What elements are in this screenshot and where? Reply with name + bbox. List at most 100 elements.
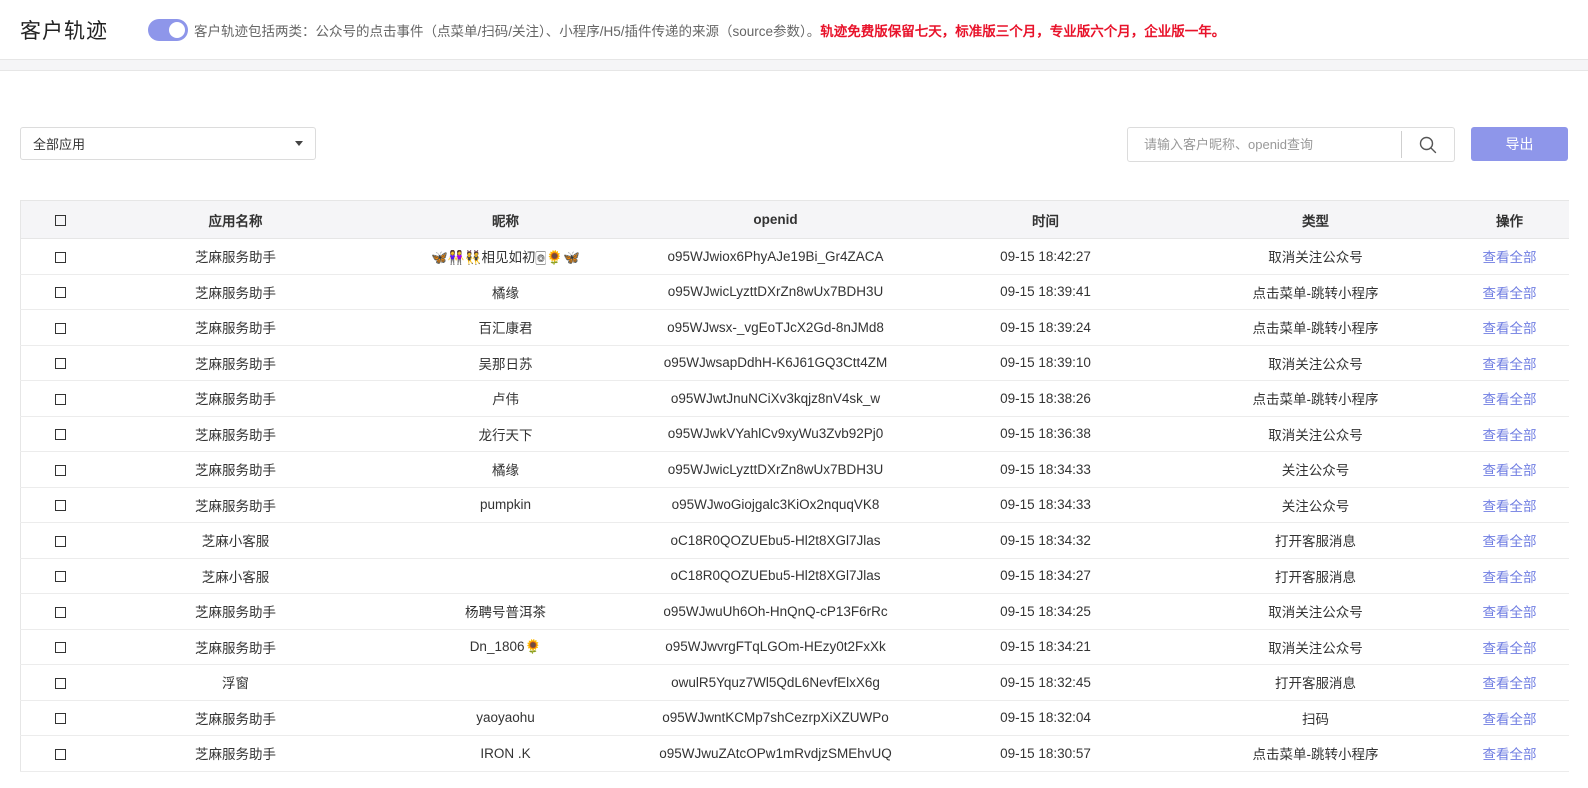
row-checkbox[interactable] (55, 251, 67, 263)
cell-openid: o95WJwkVYahlCv9xyWu3Zvb92Pj0 (640, 416, 911, 452)
view-all-link[interactable]: 查看全部 (1483, 534, 1537, 549)
cell-action: 查看全部 (1450, 700, 1569, 736)
cell-app: 芝麻服务助手 (100, 629, 371, 665)
cell-nickname (370, 664, 641, 701)
column-header: 应用名称 (100, 200, 371, 239)
row-checkbox[interactable] (55, 571, 67, 583)
row-checkbox-cell (20, 629, 101, 665)
row-checkbox[interactable] (55, 748, 67, 760)
cell-openid: o95WJwtJnuNCiXv3kqjz8nV4sk_w (640, 380, 911, 417)
row-checkbox[interactable] (55, 429, 67, 441)
column-header: 昵称 (370, 200, 641, 239)
cell-time: 09-15 18:34:32 (910, 522, 1181, 559)
cell-type: 打开客服消息 (1180, 522, 1451, 559)
table-row: 芝麻服务助手 杨聘号普洱茶 o95WJwuUh6Oh-HnQnQ-cP13F6rRc… (20, 593, 1569, 630)
cell-nickname: IRON .K (370, 735, 641, 772)
view-all-link[interactable]: 查看全部 (1483, 499, 1537, 514)
toggle-knob (169, 21, 185, 38)
export-button[interactable]: 导出 (1471, 127, 1568, 161)
row-checkbox-cell (20, 238, 101, 275)
cell-type: 取消关注公众号 (1180, 416, 1451, 452)
cell-nickname: 百汇康君 (370, 309, 641, 346)
app-select[interactable]: 全部应用 (20, 127, 316, 160)
view-all-link[interactable]: 查看全部 (1483, 570, 1537, 585)
search-button[interactable] (1402, 128, 1454, 161)
table-row: 芝麻服务助手 龙行天下 o95WJwkVYahlCv9xyWu3Zvb92Pj0 09… (20, 416, 1569, 452)
cell-action: 查看全部 (1450, 345, 1569, 381)
row-checkbox-cell (20, 309, 101, 346)
cell-time: 09-15 18:38:26 (910, 380, 1181, 417)
cell-time: 09-15 18:42:27 (910, 238, 1181, 275)
row-checkbox[interactable] (55, 535, 67, 547)
app-select-value: 全部应用 (33, 137, 86, 152)
cell-app: 芝麻服务助手 (100, 274, 371, 310)
row-checkbox[interactable] (55, 713, 67, 725)
view-all-link[interactable]: 查看全部 (1483, 250, 1537, 265)
view-all-link[interactable]: 查看全部 (1483, 712, 1537, 727)
cell-type: 打开客服消息 (1180, 558, 1451, 594)
table-body: 芝麻服务助手 🦋👭👯相见如初🀙🌻🦋 o95WJwiox6PhyAJe19Bi_Gr4… (20, 238, 1569, 772)
cell-nickname: yaoyaohu (370, 700, 641, 736)
cell-type: 取消关注公众号 (1180, 345, 1451, 381)
view-all-link[interactable]: 查看全部 (1483, 747, 1537, 762)
cell-app: 芝麻服务助手 (100, 416, 371, 452)
cell-action: 查看全部 (1450, 451, 1569, 488)
notice-main: 客户轨迹包括两类：公众号的点击事件（点菜单/扫码/关注）、小程序/H5/插件传递… (194, 23, 821, 39)
view-all-link[interactable]: 查看全部 (1483, 463, 1537, 478)
table-row: 芝麻服务助手 pumpkin o95WJwoGiojgalc3KiOx2nquqVK… (20, 487, 1569, 523)
row-checkbox[interactable] (55, 642, 67, 654)
row-checkbox[interactable] (55, 358, 67, 370)
cell-type: 扫码 (1180, 700, 1451, 736)
track-toggle[interactable] (148, 18, 188, 41)
select-all-checkbox[interactable] (55, 214, 67, 226)
cell-openid: o95WJwntKCMp7shCezrpXiXZUWPo (640, 700, 911, 736)
cell-nickname: 杨聘号普洱茶 (370, 593, 641, 630)
view-all-link[interactable]: 查看全部 (1483, 676, 1537, 691)
notice-retention: 轨迹免费版保留七天，标准版三个月，专业版六个月，企业版一年。 (820, 23, 1226, 39)
search-box (1127, 127, 1455, 162)
view-all-link[interactable]: 查看全部 (1483, 286, 1537, 301)
cell-nickname: 橘缘 (370, 274, 641, 310)
cell-action: 查看全部 (1450, 629, 1569, 665)
table-row: 芝麻服务助手 百汇康君 o95WJwsx-_vgEoTJcX2Gd-8nJMd8 09… (20, 309, 1569, 346)
view-all-link[interactable]: 查看全部 (1483, 357, 1537, 372)
table-row: 芝麻小客服 oC18R0QOZUEbu5-Hl2t8XGl7Jlas 09-15 1… (20, 558, 1569, 594)
view-all-link[interactable]: 查看全部 (1483, 392, 1537, 407)
row-checkbox[interactable] (55, 500, 67, 512)
row-checkbox[interactable] (55, 464, 67, 476)
column-header: 类型 (1180, 200, 1451, 239)
row-checkbox[interactable] (55, 322, 67, 334)
cell-openid: owulR5Yquz7Wl5QdL6NevfElxX6g (640, 664, 911, 701)
cell-openid: o95WJwsapDdhH-K6J61GQ3Ctt4ZM (640, 345, 911, 381)
cell-app: 浮窗 (100, 664, 371, 701)
cell-openid: o95WJwsx-_vgEoTJcX2Gd-8nJMd8 (640, 309, 911, 346)
row-checkbox[interactable] (55, 606, 67, 618)
view-all-link[interactable]: 查看全部 (1483, 641, 1537, 656)
cell-action: 查看全部 (1450, 558, 1569, 594)
cell-time: 09-15 18:30:57 (910, 735, 1181, 772)
row-checkbox[interactable] (55, 677, 67, 689)
cell-app: 芝麻服务助手 (100, 238, 371, 275)
cell-nickname: 龙行天下 (370, 416, 641, 452)
view-all-link[interactable]: 查看全部 (1483, 605, 1537, 620)
view-all-link[interactable]: 查看全部 (1483, 428, 1537, 443)
cell-time: 09-15 18:34:33 (910, 487, 1181, 523)
cell-type: 关注公众号 (1180, 451, 1451, 488)
cell-type: 点击菜单-跳转小程序 (1180, 735, 1451, 772)
cell-nickname: 吴那日苏 (370, 345, 641, 381)
table-row: 芝麻服务助手 卢伟 o95WJwtJnuNCiXv3kqjz8nV4sk_w 09-1… (20, 380, 1569, 417)
cell-openid: o95WJwiox6PhyAJe19Bi_Gr4ZACA (640, 238, 911, 275)
row-checkbox[interactable] (55, 393, 67, 405)
table-header-row: 应用名称 昵称 openid 时间 类型 操作 (20, 200, 1569, 239)
cell-time: 09-15 18:34:33 (910, 451, 1181, 488)
cell-app: 芝麻服务助手 (100, 345, 371, 381)
row-checkbox-cell (20, 345, 101, 381)
cell-type: 打开客服消息 (1180, 664, 1451, 701)
cell-action: 查看全部 (1450, 238, 1569, 275)
cell-action: 查看全部 (1450, 380, 1569, 417)
row-checkbox[interactable] (55, 287, 67, 299)
cell-openid: oC18R0QOZUEbu5-Hl2t8XGl7Jlas (640, 522, 911, 559)
row-checkbox-cell (20, 593, 101, 630)
search-input[interactable] (1128, 128, 1401, 161)
view-all-link[interactable]: 查看全部 (1483, 321, 1537, 336)
